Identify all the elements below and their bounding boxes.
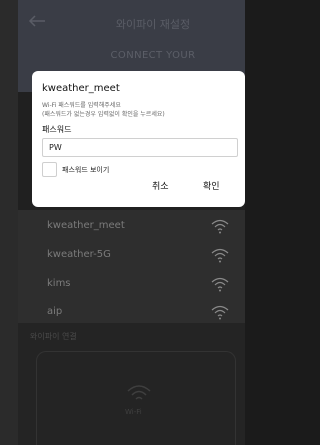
wifi-icon-label: Wi-Fi [125,408,142,416]
show-password-checkbox[interactable] [42,162,57,177]
wifi-name: kims [47,278,71,289]
wifi-network-list: kweather_meet kweather-5G kims aip [18,210,245,323]
wifi-connect-section: 와이파이 연결 Wi-Fi [18,323,245,445]
list-item[interactable]: kweather_meet [18,214,245,240]
dialog-title: kweather_meet [42,83,120,94]
confirm-button[interactable]: 확인 [203,179,220,192]
wifi-icon [211,305,229,320]
back-arrow-icon[interactable] [28,14,46,28]
wifi-name: kweather_meet [47,220,125,231]
page-subtitle: CONNECT YOUR [110,50,196,61]
wifi-icon [211,219,229,234]
cancel-button[interactable]: 취소 [152,179,169,192]
page-title: 와이파이 재설정 [115,18,191,31]
dialog-hint-secondary: (패스워드가 없는경우 입력없이 확인을 누르세요) [42,111,165,118]
wifi-name: kweather-5G [47,249,111,260]
wifi-name: aip [47,306,63,317]
dialog-hint: Wi-Fi 패스워드를 입력해주세요 [42,102,121,109]
wifi-icon [211,277,229,292]
screen-background: 와이파이 재설정 CONNECT YOUR kweather_meet kwea… [0,0,245,445]
list-item[interactable]: kweather-5G [18,243,245,269]
password-label: 패스워드 [42,125,72,134]
wifi-icon [211,248,229,263]
wifi-icon [127,385,151,400]
show-password-label: 패스워드 보이기 [62,166,110,174]
password-input[interactable] [42,138,238,157]
list-item[interactable]: kims [18,272,245,298]
section-label: 와이파이 연결 [30,332,77,341]
wifi-password-dialog: kweather_meet Wi-Fi 패스워드를 입력해주세요 (패스워드가 … [32,71,245,207]
